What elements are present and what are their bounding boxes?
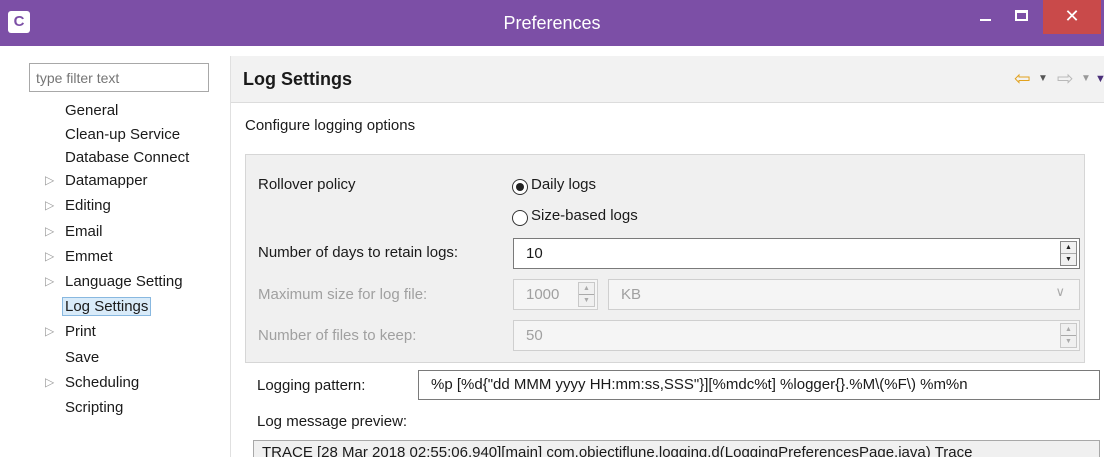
window-title: Preferences (503, 13, 601, 33)
radio-selected-dot (516, 183, 524, 191)
tree-item-emmet[interactable]: ▷ Emmet (40, 244, 230, 269)
back-arrow-icon[interactable]: ⇦ (1014, 68, 1031, 90)
expand-arrow-icon[interactable]: ▷ (45, 193, 54, 218)
files-keep-label: Number of files to keep: (258, 327, 417, 344)
forward-history-dropdown-icon[interactable]: ▼ (1081, 68, 1091, 90)
size-unit-value: KB (621, 286, 642, 303)
tree-item-label: Datamapper (65, 172, 148, 190)
expand-arrow-icon[interactable]: ▷ (45, 244, 54, 269)
logging-pattern-label: Logging pattern: (257, 377, 366, 394)
tree-item-scheduling[interactable]: ▷ Scheduling (40, 370, 230, 395)
page-description: Configure logging options (245, 117, 416, 134)
forward-arrow-icon[interactable]: ⇨ (1057, 68, 1074, 90)
title-bar: C Preferences ✕ (0, 0, 1104, 46)
logging-pattern-input[interactable]: %p [%d{"dd MMM yyyy HH:mm:ss,SSS"}][%mdc… (418, 370, 1100, 400)
log-preview-text: TRACE [28 Mar 2018 02:55:06,940][main] c… (262, 444, 973, 457)
maximize-icon (1015, 10, 1028, 21)
expand-arrow-icon[interactable]: ▷ (45, 319, 54, 344)
pane-divider[interactable] (230, 56, 231, 457)
tree-item-label: General (65, 102, 119, 119)
expand-arrow-icon[interactable]: ▷ (45, 370, 54, 395)
tree-item-label: Language Setting (65, 272, 183, 290)
tree-item-editing[interactable]: ▷ Editing (40, 193, 230, 218)
max-size-stepper[interactable]: 1000 ▲ ▼ (513, 279, 598, 310)
tree-item-general[interactable]: General (40, 101, 230, 122)
tree-item-cleanup-service[interactable]: Clean-up Service (40, 122, 230, 147)
tree-item-label: Log Settings (62, 297, 152, 317)
maximize-button[interactable] (1002, 0, 1042, 34)
tree-item-database-connect[interactable]: Database Connect (40, 147, 230, 168)
view-menu-icon[interactable]: ▼ (1095, 68, 1104, 90)
spin-down-icon[interactable]: ▼ (1061, 253, 1076, 264)
files-keep-spinner[interactable]: ▲ ▼ (1060, 323, 1077, 348)
tree-item-label: Editing (65, 197, 111, 215)
tree-item-label: Emmet (65, 247, 113, 265)
log-preview-box: TRACE [28 Mar 2018 02:55:06,940][main] c… (253, 440, 1100, 457)
max-size-label: Maximum size for log file: (258, 286, 428, 303)
chevron-down-icon: ∨ (1055, 284, 1065, 299)
tree-item-email[interactable]: ▷ Email (40, 219, 230, 244)
days-retain-value: 10 (526, 245, 543, 262)
tree-item-scripting[interactable]: Scripting (40, 395, 230, 420)
back-history-dropdown-icon[interactable]: ▼ (1038, 68, 1048, 90)
size-unit-select[interactable]: KB ∨ (608, 279, 1080, 310)
logging-pattern-value: %p [%d{"dd MMM yyyy HH:mm:ss,SSS"}][%mdc… (431, 376, 968, 393)
days-retain-label: Number of days to retain logs: (258, 244, 459, 261)
daily-logs-label[interactable]: Daily logs (531, 176, 596, 193)
close-button[interactable]: ✕ (1043, 0, 1101, 34)
tree-item-log-settings[interactable]: Log Settings (40, 294, 230, 319)
tree-item-label: Save (65, 348, 100, 366)
tree-item-label: Scripting (65, 398, 124, 416)
minimize-button[interactable] (966, 0, 1006, 34)
tree-item-label: Scheduling (65, 373, 140, 391)
expand-arrow-icon[interactable]: ▷ (45, 168, 54, 193)
tree-item-print[interactable]: ▷ Print (40, 319, 230, 344)
expand-arrow-icon[interactable]: ▷ (45, 269, 54, 294)
page-header: Log Settings ⇦ ▼ ⇨ ▼ ▼ (231, 56, 1104, 103)
tree-item-datamapper[interactable]: ▷ Datamapper (40, 168, 230, 193)
tree-item-language-setting[interactable]: ▷ Language Setting (40, 269, 230, 294)
spin-up-icon[interactable]: ▲ (1061, 324, 1076, 335)
max-size-value: 1000 (526, 286, 560, 303)
daily-logs-radio[interactable] (512, 179, 528, 195)
size-based-logs-radio[interactable] (512, 210, 528, 226)
days-retain-stepper[interactable]: 10 ▲ ▼ (513, 238, 1080, 269)
files-keep-stepper[interactable]: 50 ▲ ▼ (513, 320, 1080, 351)
preference-tree: General Clean-up Service Database Connec… (40, 101, 230, 420)
size-based-logs-label[interactable]: Size-based logs (531, 207, 638, 224)
rollover-policy-label: Rollover policy (258, 176, 356, 193)
spin-up-icon[interactable]: ▲ (579, 283, 594, 294)
filter-input[interactable] (29, 63, 209, 92)
log-preview-label: Log message preview: (257, 413, 408, 430)
max-size-spinner[interactable]: ▲ ▼ (578, 282, 595, 307)
days-retain-spinner[interactable]: ▲ ▼ (1060, 241, 1077, 266)
rollover-settings-group: Rollover policy Daily logs Size-based lo… (245, 154, 1085, 363)
tree-item-label: Print (65, 323, 96, 341)
spin-down-icon[interactable]: ▼ (1061, 335, 1076, 346)
spin-down-icon[interactable]: ▼ (579, 294, 594, 305)
expand-arrow-icon[interactable]: ▷ (45, 219, 54, 244)
files-keep-value: 50 (526, 327, 543, 344)
tree-item-label: Database Connect (65, 149, 190, 167)
tree-item-save[interactable]: Save (40, 345, 230, 370)
spin-up-icon[interactable]: ▲ (1061, 242, 1076, 253)
tree-item-label: Email (65, 222, 103, 240)
page-title: Log Settings (243, 69, 352, 89)
tree-item-label: Clean-up Service (65, 126, 181, 143)
close-icon: ✕ (1064, 6, 1080, 26)
minimize-icon (980, 19, 991, 21)
